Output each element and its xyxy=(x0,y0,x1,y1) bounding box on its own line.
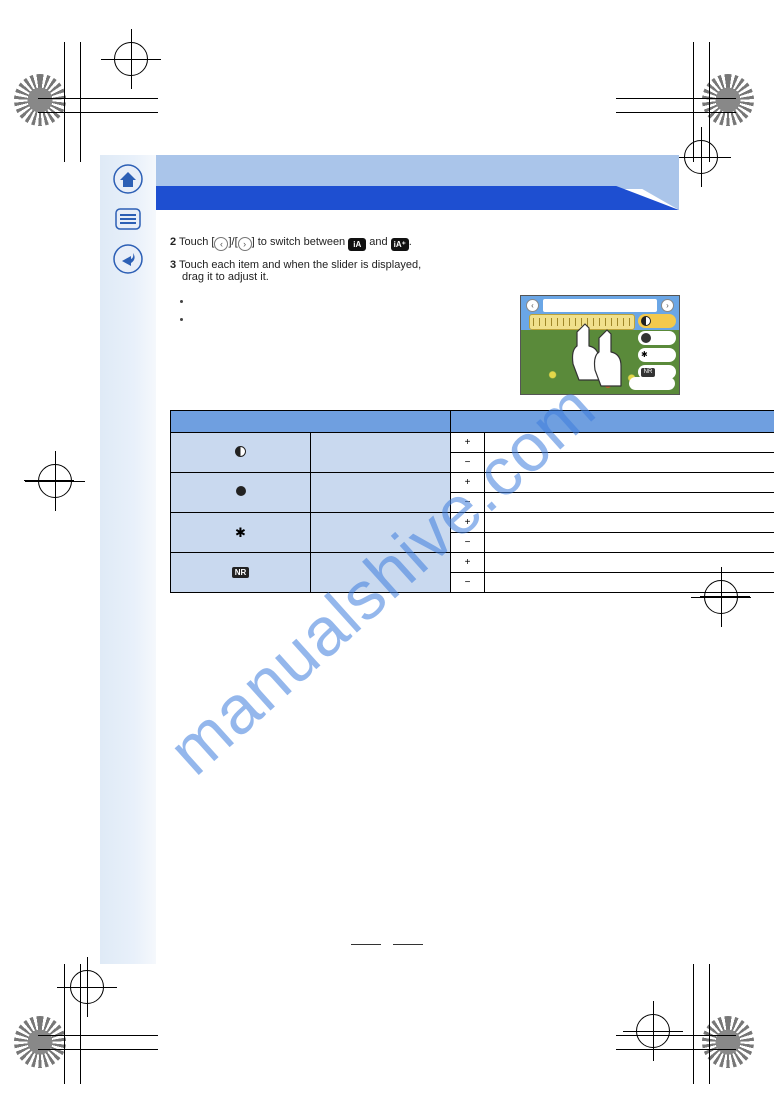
arrow-left-icon: ‹ xyxy=(214,237,228,251)
sharpness-icon: ✱ xyxy=(235,525,246,541)
effect-cell xyxy=(485,553,774,573)
plus-cell: + xyxy=(451,553,485,573)
contrast-label xyxy=(311,433,451,473)
crop-line xyxy=(616,112,736,113)
crop-line xyxy=(38,98,158,99)
crop-line xyxy=(616,1035,736,1036)
saturation-label xyxy=(311,473,451,513)
crop-line xyxy=(38,1049,158,1050)
instruction-line-1: 2 Touch [‹]/[›] to switch between iA and… xyxy=(170,236,674,251)
plus-cell: + xyxy=(451,433,485,453)
registration-target-tl xyxy=(114,42,148,76)
preview-side-buttons: ✱ NR xyxy=(638,314,676,382)
crop-line xyxy=(700,596,750,597)
sharpness-pill: ✱ xyxy=(638,348,676,362)
crop-line xyxy=(693,964,694,1084)
registration-gear-tr xyxy=(706,78,756,128)
header-band-dark xyxy=(156,186,679,210)
nr-icon-cell: NR xyxy=(171,553,311,593)
sharpness-icon-cell: ✱ xyxy=(171,513,311,553)
minus-cell: − xyxy=(451,573,485,593)
crop-line xyxy=(709,964,710,1084)
saturation-icon xyxy=(236,486,246,496)
camera-preview: ‹ › ✱ NR xyxy=(520,295,680,395)
effect-cell xyxy=(485,513,774,533)
effect-cell xyxy=(485,573,774,593)
saturation-icon-cell xyxy=(171,473,311,513)
ia-mode-icon: iA xyxy=(348,238,366,251)
sharpness-label xyxy=(311,513,451,553)
minus-cell: − xyxy=(451,453,485,473)
table-row: ✱ + xyxy=(171,513,774,533)
crop-line xyxy=(38,112,158,113)
crop-line xyxy=(80,964,81,1084)
saturation-pill xyxy=(638,331,676,345)
crop-line xyxy=(693,42,694,162)
instruction-line-2: 3 Touch each item and when the slider is… xyxy=(170,259,674,283)
crop-line xyxy=(616,98,736,99)
registration-gear-tl xyxy=(18,78,68,128)
crop-line xyxy=(64,964,65,1084)
table-row: NR + xyxy=(171,553,774,573)
registration-gear-br xyxy=(706,1020,756,1070)
touch-hands-icon xyxy=(569,320,629,390)
table-header-effect xyxy=(451,411,774,433)
registration-target-bl xyxy=(70,970,104,1004)
preview-prev-icon: ‹ xyxy=(526,299,539,312)
registration-target-tr xyxy=(684,140,718,174)
arrow-right-icon: › xyxy=(238,237,252,251)
crop-line xyxy=(38,1035,158,1036)
registration-target-ml xyxy=(38,464,72,498)
sidebar xyxy=(100,155,156,964)
crop-line xyxy=(64,42,65,162)
effect-cell xyxy=(485,453,774,473)
nr-icon: NR xyxy=(232,567,250,578)
contrast-icon xyxy=(235,446,246,457)
registration-gear-bl xyxy=(18,1020,68,1070)
minus-cell: − xyxy=(451,533,485,553)
nr-label xyxy=(311,553,451,593)
contrast-icon-cell xyxy=(171,433,311,473)
table-header-item xyxy=(171,411,451,433)
crop-line xyxy=(80,42,81,162)
preview-top-label xyxy=(543,299,657,312)
header-band-light xyxy=(156,155,679,189)
preview-bottom-button xyxy=(629,377,675,390)
minus-cell: − xyxy=(451,493,485,513)
table-row: + xyxy=(171,433,774,453)
table-row: + xyxy=(171,473,774,493)
ia-plus-mode-icon: iA⁺ xyxy=(391,238,409,251)
page-number xyxy=(0,940,774,952)
crop-line xyxy=(709,42,710,162)
crop-line xyxy=(24,480,74,481)
effect-cell xyxy=(485,433,774,453)
effect-cell xyxy=(485,473,774,493)
home-icon[interactable] xyxy=(112,163,144,195)
menu-icon[interactable] xyxy=(112,203,144,235)
crop-line xyxy=(616,1049,736,1050)
contrast-pill xyxy=(638,314,676,328)
registration-target-br xyxy=(636,1014,670,1048)
plus-cell: + xyxy=(451,513,485,533)
effect-cell xyxy=(485,533,774,553)
back-icon[interactable] xyxy=(112,243,144,275)
plus-cell: + xyxy=(451,473,485,493)
adjustment-table: + − + − ✱ + − NR + xyxy=(170,410,774,593)
preview-next-icon: › xyxy=(661,299,674,312)
effect-cell xyxy=(485,493,774,513)
